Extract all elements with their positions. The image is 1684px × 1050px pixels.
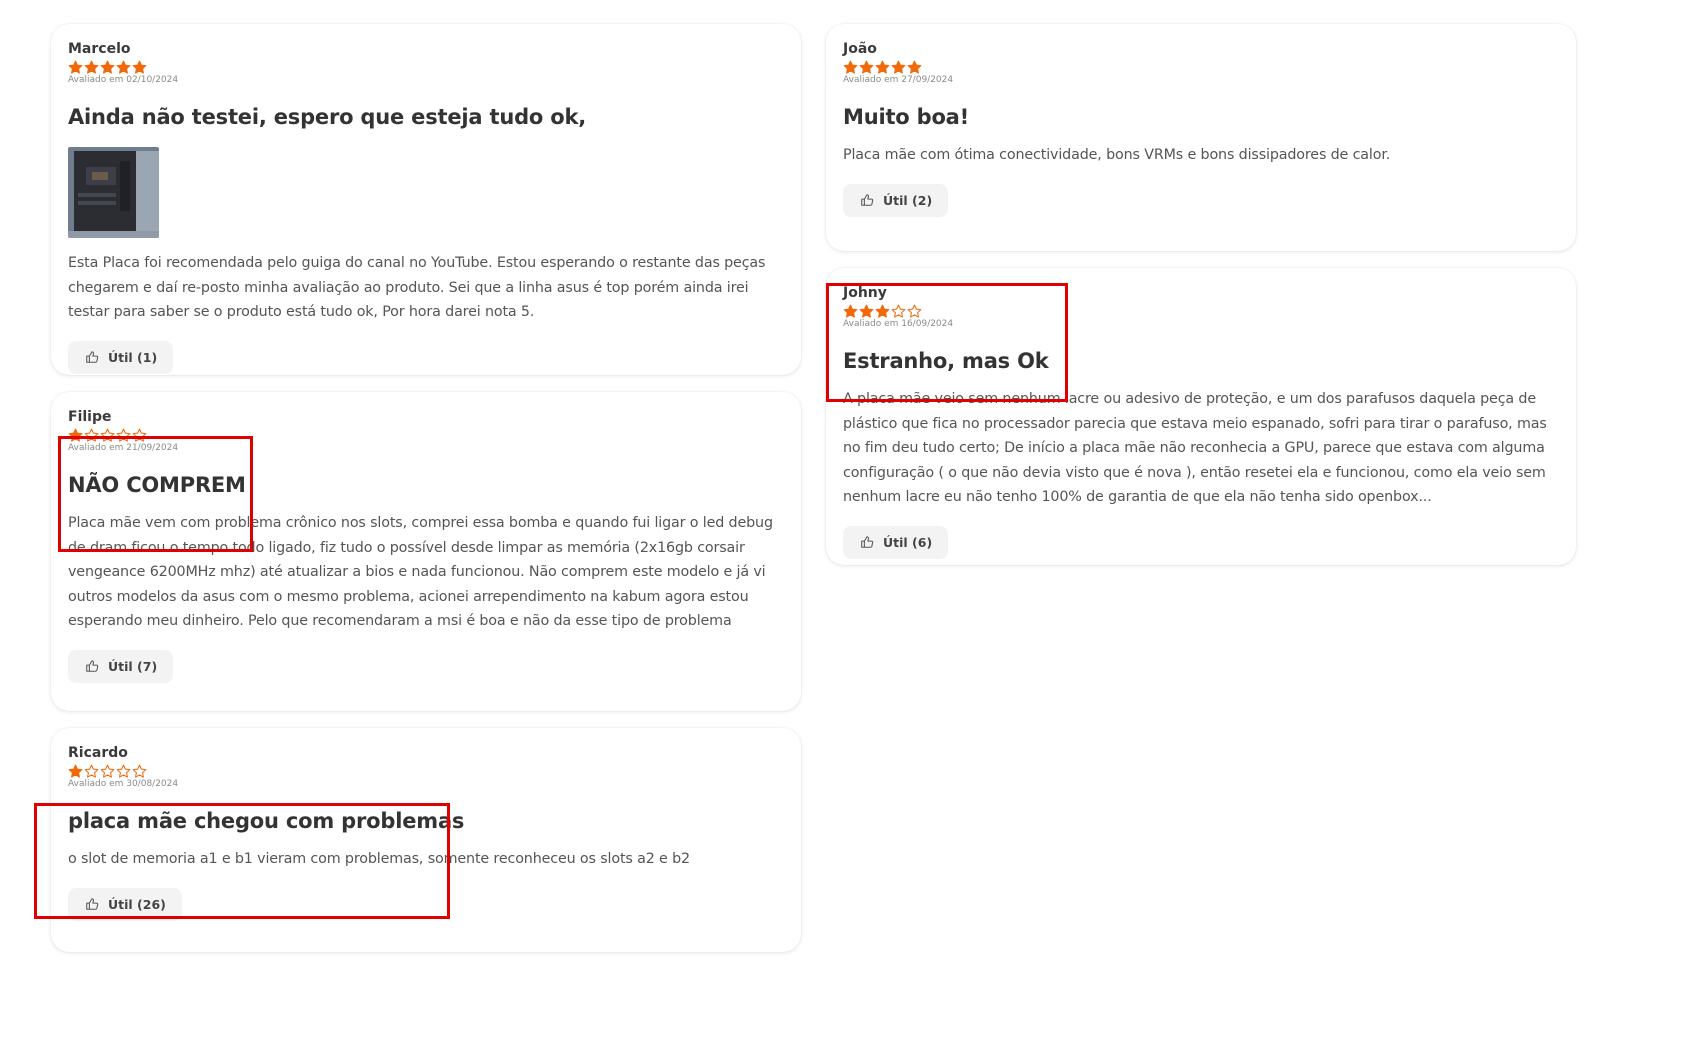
star-filled-icon: [875, 60, 890, 74]
star-rating: [843, 304, 1559, 320]
review-title: NÃO COMPREM: [68, 473, 246, 497]
review-date: Avaliado em 02/10/2024: [68, 75, 179, 85]
star-empty-icon: [891, 304, 906, 318]
thumbs-up-icon: [86, 660, 99, 672]
star-rating: [68, 60, 784, 76]
review-card: Filipe Avaliado em 21/09/2024 NÃO COMPRE…: [51, 392, 801, 711]
helpful-button[interactable]: Útil (26): [68, 887, 182, 921]
star-filled-icon: [859, 304, 874, 318]
star-empty-icon: [132, 764, 147, 778]
star-empty-icon: [907, 304, 922, 318]
review-body: Esta Placa foi recomendada pelo guiga do…: [68, 255, 766, 320]
review-body: Placa mãe vem com problema crônico nos s…: [68, 515, 773, 629]
star-filled-icon: [843, 304, 858, 318]
product-photo-thumbnail[interactable]: [68, 147, 159, 238]
star-filled-icon: [68, 764, 83, 778]
review-author: Ricardo: [68, 745, 128, 761]
review-card: Johny Avaliado em 16/09/2024 Estranho, m…: [826, 268, 1576, 565]
thumbs-up-icon: [861, 536, 874, 548]
helpful-label: Útil (7): [108, 658, 158, 674]
star-empty-icon: [84, 764, 99, 778]
star-filled-icon: [843, 60, 858, 74]
star-empty-icon: [100, 764, 115, 778]
review-card: João Avaliado em 27/09/2024 Muito boa! P…: [826, 24, 1576, 251]
star-filled-icon: [116, 60, 131, 74]
star-filled-icon: [68, 428, 83, 442]
review-body: Placa mãe com ótima conectividade, bons …: [843, 147, 1391, 163]
star-empty-icon: [116, 428, 131, 442]
star-filled-icon: [132, 60, 147, 74]
star-filled-icon: [907, 60, 922, 74]
thumbs-up-icon: [86, 898, 99, 910]
review-card: Ricardo Avaliado em 30/08/2024 placa mãe…: [51, 728, 801, 952]
review-date: Avaliado em 16/09/2024: [843, 319, 954, 329]
review-title: Estranho, mas Ok: [843, 349, 1049, 373]
helpful-label: Útil (26): [108, 896, 166, 912]
star-filled-icon: [859, 60, 874, 74]
star-filled-icon: [875, 304, 890, 318]
review-date: Avaliado em 30/08/2024: [68, 779, 179, 789]
review-card: Marcelo Avaliado em 02/10/2024 Ainda não…: [51, 24, 801, 375]
star-rating: [843, 60, 1559, 76]
helpful-label: Útil (2): [883, 192, 933, 208]
thumbs-up-icon: [861, 194, 874, 206]
reviews-column-left: Marcelo Avaliado em 02/10/2024 Ainda não…: [51, 24, 801, 952]
review-title: Muito boa!: [843, 105, 970, 129]
star-filled-icon: [84, 60, 99, 74]
reviews-column-right: João Avaliado em 27/09/2024 Muito boa! P…: [826, 24, 1576, 565]
review-body: o slot de memoria a1 e b1 vieram com pro…: [68, 851, 690, 867]
thumbs-up-icon: [86, 351, 99, 363]
helpful-button[interactable]: Útil (7): [68, 649, 174, 683]
review-body: A placa mãe veio sem nenhum lacre ou ade…: [843, 391, 1547, 505]
helpful-button[interactable]: Útil (2): [843, 183, 949, 217]
helpful-label: Útil (6): [883, 534, 933, 550]
star-empty-icon: [132, 428, 147, 442]
star-empty-icon: [116, 764, 131, 778]
review-title: Ainda não testei, espero que esteja tudo…: [68, 105, 587, 129]
star-rating: [68, 428, 784, 444]
star-filled-icon: [100, 60, 115, 74]
helpful-button[interactable]: Útil (6): [843, 525, 949, 559]
helpful-button[interactable]: Útil (1): [68, 340, 174, 374]
star-rating: [68, 764, 784, 780]
star-empty-icon: [84, 428, 99, 442]
helpful-label: Útil (1): [108, 349, 158, 365]
review-author: João: [843, 41, 877, 57]
review-author: Johny: [843, 285, 887, 301]
review-date: Avaliado em 27/09/2024: [843, 75, 954, 85]
star-filled-icon: [68, 60, 83, 74]
review-title: placa mãe chegou com problemas: [68, 809, 465, 833]
star-empty-icon: [100, 428, 115, 442]
star-filled-icon: [891, 60, 906, 74]
review-author: Filipe: [68, 409, 112, 425]
review-date: Avaliado em 21/09/2024: [68, 443, 179, 453]
review-author: Marcelo: [68, 41, 131, 57]
